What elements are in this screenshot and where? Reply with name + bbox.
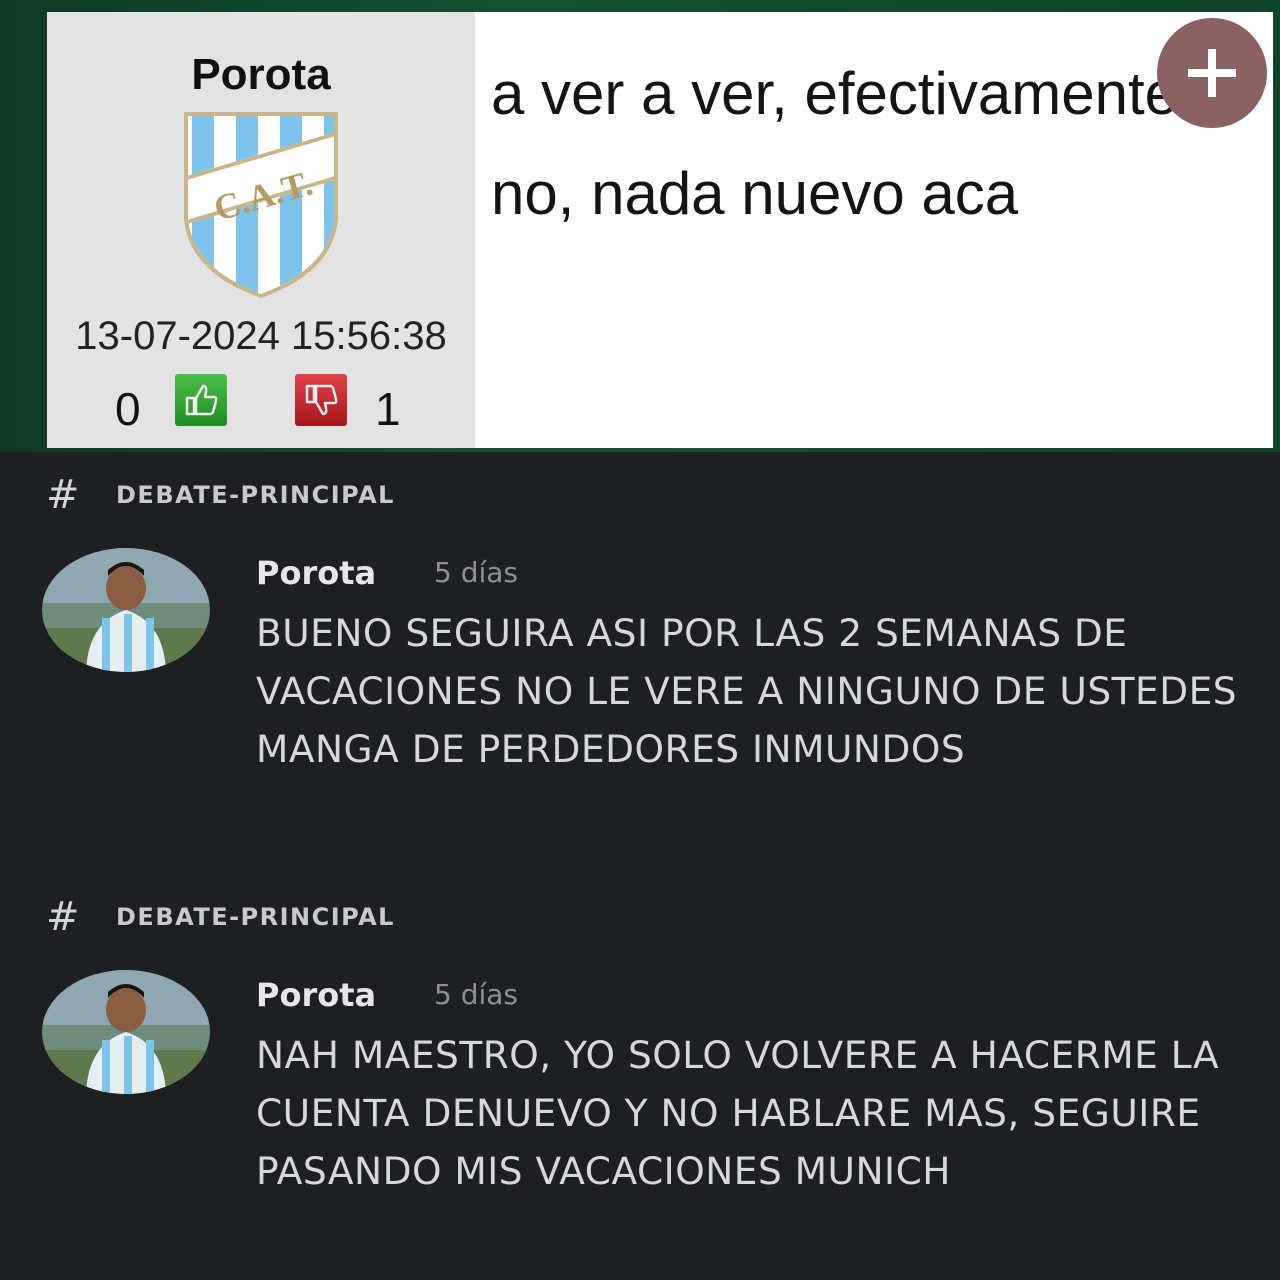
forum-post: Porota C.A.T. 13-07-2024 15:56:38 0 1 a … [47, 12, 1273, 448]
player-avatar-image [42, 970, 210, 1094]
post-date: 13-07-2024 15:56:38 [75, 314, 447, 358]
channel-header[interactable]: # DEBATE-PRINCIPAL [46, 894, 395, 940]
message-author[interactable]: Porota [256, 554, 376, 592]
avatar[interactable] [42, 548, 210, 672]
channel-name: DEBATE-PRINCIPAL [116, 903, 395, 931]
plus-icon [1188, 49, 1236, 97]
club-crest-icon: C.A.T. [184, 112, 338, 298]
post-author-panel: Porota C.A.T. 13-07-2024 15:56:38 0 1 [47, 12, 475, 448]
dislike-count: 1 [375, 383, 401, 435]
post-body: a ver a ver, efectivamente no, nada nuev… [491, 60, 1179, 227]
avatar[interactable] [42, 970, 210, 1094]
channel-header[interactable]: # DEBATE-PRINCIPAL [46, 472, 395, 518]
like-count: 0 [115, 383, 141, 435]
message-text: BUENO SEGUIRA ASI POR LAS 2 SEMANAS DE V… [256, 611, 1238, 771]
channel-name: DEBATE-PRINCIPAL [116, 481, 395, 509]
dislike-button[interactable] [295, 374, 347, 426]
message-timestamp: 5 días [434, 556, 519, 589]
channel-hash-icon: # [46, 894, 80, 940]
thumbs-up-icon [185, 384, 218, 416]
post-username[interactable]: Porota [47, 50, 475, 100]
thumbs-down-icon [305, 384, 338, 416]
player-avatar-image [42, 548, 210, 672]
add-button[interactable] [1157, 18, 1267, 128]
message-author[interactable]: Porota [256, 976, 376, 1014]
message-timestamp: 5 días [434, 978, 519, 1011]
message-text: NAH MAESTRO, YO SOLO VOLVERE A HACERME L… [256, 1033, 1220, 1193]
channel-hash-icon: # [46, 472, 80, 518]
like-button[interactable] [175, 374, 227, 426]
